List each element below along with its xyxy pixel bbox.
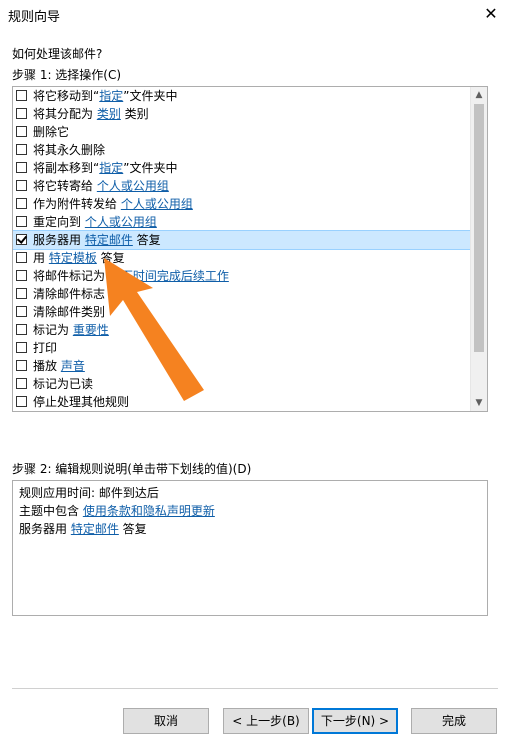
- action-checkbox[interactable]: [16, 216, 27, 227]
- action-item[interactable]: 标记为 重要性: [13, 321, 470, 339]
- description-value-link[interactable]: 特定邮件: [71, 522, 119, 536]
- action-text: 停止处理其他规则: [33, 395, 130, 409]
- action-item[interactable]: 将副本移到“指定”文件夹中: [13, 159, 470, 177]
- scroll-down-icon[interactable]: ▼: [471, 395, 487, 411]
- action-text: 答复: [132, 233, 161, 247]
- action-item[interactable]: 用 特定模板 答复: [13, 249, 470, 267]
- action-text: 将邮件标记为: [33, 269, 109, 283]
- action-checkbox[interactable]: [16, 288, 27, 299]
- action-text: 服务器用: [33, 233, 85, 247]
- action-text: 清除邮件类别: [33, 305, 106, 319]
- action-text: 将副本移到“: [33, 161, 100, 175]
- action-text: 将其永久删除: [33, 143, 106, 157]
- action-value-link[interactable]: 类别: [97, 107, 121, 121]
- action-checkbox[interactable]: [16, 108, 27, 119]
- action-item[interactable]: 打印: [13, 339, 470, 357]
- action-checkbox[interactable]: [16, 144, 27, 155]
- scroll-thumb[interactable]: [474, 104, 484, 352]
- separator: [12, 688, 498, 689]
- finish-button[interactable]: 完成: [411, 708, 497, 734]
- action-item[interactable]: 删除它: [13, 123, 470, 141]
- next-button[interactable]: 下一步(N) >: [312, 708, 398, 734]
- vertical-scrollbar[interactable]: ▲ ▼: [470, 87, 487, 411]
- action-text: 作为附件转发给: [33, 197, 121, 211]
- action-checkbox[interactable]: [16, 180, 27, 191]
- action-value-link[interactable]: 在下时间完成后续工作: [109, 269, 229, 283]
- action-text: 清除邮件标志: [33, 287, 106, 301]
- description-text: 服务器用: [19, 522, 71, 536]
- description-line: 规则应用时间: 邮件到达后: [19, 484, 481, 502]
- action-text: 播放: [33, 359, 61, 373]
- action-item[interactable]: 将它转寄给 个人或公用组: [13, 177, 470, 195]
- action-text: ”文件夹中: [123, 161, 178, 175]
- action-checkbox[interactable]: [16, 198, 27, 209]
- action-text: 将其分配为: [33, 107, 97, 121]
- action-text: 标记为已读: [33, 377, 94, 391]
- action-item[interactable]: 清除邮件类别: [13, 303, 470, 321]
- action-value-link[interactable]: 个人或公用组: [85, 215, 157, 229]
- action-item[interactable]: 作为附件转发给 个人或公用组: [13, 195, 470, 213]
- action-checkbox[interactable]: [16, 126, 27, 137]
- action-value-link[interactable]: 个人或公用组: [121, 197, 193, 211]
- action-item[interactable]: 将其永久删除: [13, 141, 470, 159]
- action-item[interactable]: 重定向到 个人或公用组: [13, 213, 470, 231]
- action-value-link[interactable]: 声音: [61, 359, 85, 373]
- action-value-link[interactable]: 特定邮件: [85, 233, 133, 247]
- action-checkbox[interactable]: [16, 342, 27, 353]
- description-text: 规则应用时间: 邮件到达后: [19, 486, 159, 500]
- rule-description-box: 规则应用时间: 邮件到达后 主题中包含 使用条款和隐私声明更新 服务器用 特定邮件 …: [12, 480, 488, 616]
- description-line: 服务器用 特定邮件 答复: [19, 520, 481, 538]
- description-text: 答复: [118, 522, 147, 536]
- action-item[interactable]: 播放 声音: [13, 357, 470, 375]
- action-checkbox[interactable]: [16, 378, 27, 389]
- actions-list: 将它移动到“指定”文件夹中 将其分配为 类别 类别 删除它 将其永久删除 将副本移到“指…: [13, 87, 471, 411]
- action-item[interactable]: 将其分配为 类别 类别: [13, 105, 470, 123]
- cancel-button[interactable]: 取消: [123, 708, 209, 734]
- action-text: 将它移动到“: [33, 89, 100, 103]
- action-text: ”文件夹中: [123, 89, 178, 103]
- action-item[interactable]: 停止处理其他规则: [13, 393, 470, 411]
- action-value-link[interactable]: 特定模板: [49, 251, 97, 265]
- action-checkbox[interactable]: [16, 324, 27, 335]
- description-line: 主题中包含 使用条款和隐私声明更新: [19, 502, 481, 520]
- close-icon[interactable]: ✕: [478, 2, 504, 26]
- action-checkbox[interactable]: [16, 162, 27, 173]
- action-item[interactable]: 标记为已读: [13, 375, 470, 393]
- action-value-link[interactable]: 个人或公用组: [97, 179, 169, 193]
- action-checkbox[interactable]: [16, 306, 27, 317]
- step1-label: 步骤 1: 选择操作(C): [12, 68, 122, 82]
- action-checkbox[interactable]: [16, 252, 27, 263]
- actions-listbox[interactable]: 将它移动到“指定”文件夹中 将其分配为 类别 类别 删除它 将其永久删除 将副本移到“指…: [12, 86, 488, 412]
- action-item[interactable]: 服务器用 特定邮件 答复: [13, 230, 471, 250]
- action-item[interactable]: 将邮件标记为 在下时间完成后续工作: [13, 267, 470, 285]
- action-text: 打印: [33, 341, 58, 355]
- action-value-link[interactable]: 指定: [99, 161, 123, 175]
- question-label: 如何处理该邮件?: [12, 47, 103, 61]
- action-text: 将它转寄给: [33, 179, 97, 193]
- action-text: 删除它: [33, 125, 70, 139]
- action-checkbox[interactable]: [16, 396, 27, 407]
- action-text: 重定向到: [33, 215, 85, 229]
- action-checkbox[interactable]: [16, 270, 27, 281]
- action-text: 类别: [120, 107, 149, 121]
- action-value-link[interactable]: 指定: [99, 89, 123, 103]
- action-checkbox[interactable]: [16, 360, 27, 371]
- action-text: 用: [33, 251, 49, 265]
- step2-label: 步骤 2: 编辑规则说明(单击带下划线的值)(D): [12, 462, 252, 476]
- description-text: 主题中包含: [19, 504, 83, 518]
- action-text: 答复: [96, 251, 125, 265]
- action-item[interactable]: 清除邮件标志: [13, 285, 470, 303]
- action-value-link[interactable]: 重要性: [73, 323, 109, 337]
- scroll-up-icon[interactable]: ▲: [471, 87, 487, 103]
- description-value-link[interactable]: 使用条款和隐私声明更新: [83, 504, 215, 518]
- action-checkbox[interactable]: [16, 234, 27, 245]
- action-text: 标记为: [33, 323, 73, 337]
- back-button[interactable]: < 上一步(B): [223, 708, 309, 734]
- title-bar: 规则向导 ✕: [0, 0, 510, 30]
- action-item[interactable]: 将它移动到“指定”文件夹中: [13, 87, 470, 105]
- window-title: 规则向导: [8, 10, 61, 25]
- action-checkbox[interactable]: [16, 90, 27, 101]
